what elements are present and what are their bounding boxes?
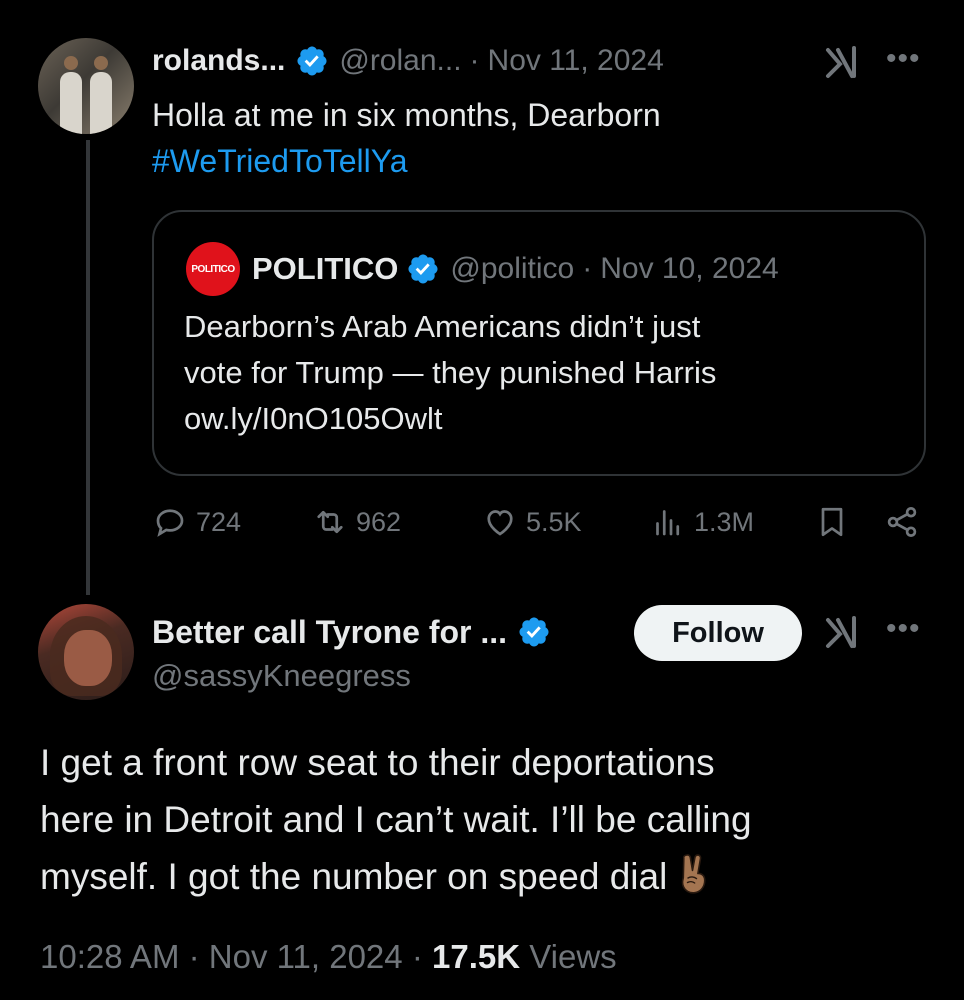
more-options-icon[interactable]: ••• <box>886 44 921 74</box>
tweet-date[interactable]: Nov 11, 2024 <box>488 44 664 78</box>
user-handle[interactable]: @sassyKneegress <box>152 658 411 694</box>
tweet-text: I get a front row seat to their deportat… <box>40 742 752 897</box>
follow-button[interactable]: Follow <box>634 605 802 661</box>
quoted-tweet-text: Dearborn’s Arab Americans didn’t just vo… <box>184 304 716 442</box>
quoted-tweet-card[interactable]: POLITICO POLITICO @politico · Nov 10, 20… <box>152 210 926 476</box>
avatar[interactable] <box>38 38 134 134</box>
share-icon <box>887 507 917 537</box>
reply-icon <box>156 509 184 537</box>
verified-badge-icon <box>517 615 551 649</box>
views-label: Views <box>529 938 617 975</box>
quoted-tweet-header: POLITICO POLITICO @politico · Nov 10, 20… <box>186 242 779 296</box>
more-options-icon[interactable]: ••• <box>886 614 921 644</box>
tweet-time[interactable]: 10:28 AM <box>40 938 179 975</box>
quoted-user-handle[interactable]: @politico <box>450 252 574 286</box>
like-button[interactable]: 5.5K <box>482 504 582 540</box>
verified-badge-icon <box>295 44 329 78</box>
tweet-text: Holla at me in six months, Dearborn #WeT… <box>152 92 661 184</box>
display-name[interactable]: Better call Tyrone for ... <box>152 614 507 651</box>
separator-dot: · <box>582 252 593 285</box>
repost-button[interactable]: 962 <box>312 504 401 540</box>
views-button[interactable]: 1.3M <box>650 504 754 540</box>
tweet-action-bar: 724 962 5.5K 1.3M <box>152 504 932 554</box>
bookmark-icon <box>821 507 843 537</box>
verified-badge-icon <box>406 252 440 286</box>
tweet-header: Better call Tyrone for ... <box>152 610 561 654</box>
reply-count: 724 <box>196 506 242 537</box>
display-name[interactable]: rolands... <box>152 44 285 78</box>
reply-button[interactable]: 724 <box>152 504 241 540</box>
tweet-metadata: 10:28 AM · Nov 11, 2024 · 17.5K Views <box>40 938 617 975</box>
heart-icon <box>487 510 513 536</box>
views-count: 17.5K <box>431 938 521 975</box>
tweet-header: rolands... @rolan... · Nov 11, 2024 <box>152 40 664 82</box>
victory-hand-emoji-icon <box>675 851 715 895</box>
quoted-link[interactable]: ow.ly/I0nO105Owlt <box>184 396 716 442</box>
views-count: 1.3M <box>694 506 755 537</box>
share-button[interactable] <box>884 504 928 540</box>
hashtag-link[interactable]: #WeTriedToTellYa <box>152 138 661 184</box>
repost-icon <box>317 510 343 534</box>
quoted-tweet-date: Nov 10, 2024 <box>600 252 779 285</box>
quoted-display-name[interactable]: POLITICO <box>252 251 398 287</box>
user-handle[interactable]: @rolan... <box>339 44 461 78</box>
avatar[interactable] <box>38 604 134 700</box>
grok-icon[interactable] <box>822 42 862 82</box>
like-count: 5.5K <box>526 506 582 537</box>
tweet-date[interactable]: Nov 11, 2024 <box>209 938 403 975</box>
repost-count: 962 <box>356 506 402 537</box>
separator-dot: · <box>469 44 480 77</box>
thread-connector-line <box>86 140 90 595</box>
politico-logo: POLITICO <box>186 242 240 296</box>
bookmark-button[interactable] <box>814 504 858 540</box>
analytics-icon <box>656 510 680 536</box>
grok-icon[interactable] <box>822 612 862 652</box>
